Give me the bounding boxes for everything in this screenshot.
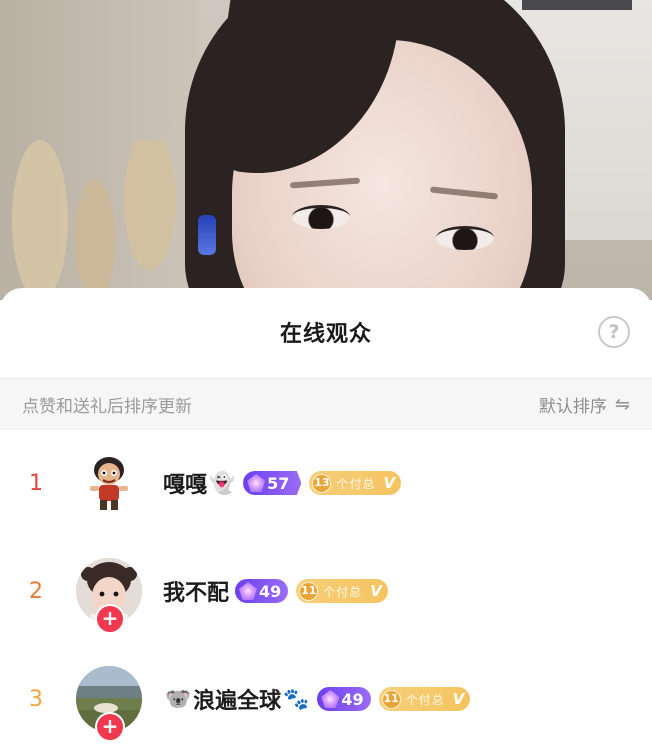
fan-club-badge: 11 个付总 V xyxy=(378,687,471,711)
sheet-title: 在线观众 xyxy=(279,322,372,347)
avatar[interactable]: + xyxy=(76,666,142,742)
live-video-background xyxy=(0,0,652,300)
sort-bar: 点赞和送礼后排序更新 默认排序 ⇋ xyxy=(0,378,652,430)
viewer-nickname: 我不配 xyxy=(163,581,230,606)
fan-club-name: 个付总 xyxy=(323,584,363,599)
viewer-row[interactable]: 3 + 🐨 浪遍全球 🐾 49 11 个付总 V xyxy=(0,646,652,754)
fan-club-name: 个付总 xyxy=(405,692,445,707)
diamond-icon xyxy=(247,474,266,492)
streamer-right-eye xyxy=(436,226,494,250)
cartoon-character-avatar-icon xyxy=(90,457,128,510)
fan-club-badge: 13 个付总 V xyxy=(309,471,402,495)
online-viewers-sheet: 在线观众 ? 点赞和送礼后排序更新 默认排序 ⇋ 1 嘎嘎 👻 57 13 个付… xyxy=(0,288,652,754)
verified-v-icon: V xyxy=(383,474,396,492)
ghost-icon: 👻 xyxy=(209,470,236,495)
avatar[interactable]: + xyxy=(76,558,142,634)
verified-v-icon: V xyxy=(452,690,465,708)
viewer-nickname: 浪遍全球 xyxy=(193,689,282,714)
fan-level: 11 xyxy=(381,689,401,709)
viewer-name-line: 我不配 49 11 个付总 V xyxy=(163,574,388,608)
rank-number: 1 xyxy=(29,471,43,496)
rank-number: 3 xyxy=(29,687,43,712)
follow-button[interactable]: + xyxy=(95,712,125,742)
swap-arrows-icon: ⇋ xyxy=(614,394,630,415)
viewer-name-line: 嘎嘎 👻 57 13 个付总 V xyxy=(163,466,402,500)
viewer-row[interactable]: 1 嘎嘎 👻 57 13 个付总 V xyxy=(0,430,652,538)
koala-icon: 🐨 xyxy=(165,686,192,711)
user-level-badge: 57 xyxy=(243,471,302,495)
pampas-grass-decoration xyxy=(12,140,176,300)
viewer-nickname: 嘎嘎 xyxy=(163,473,208,498)
viewer-name-line: 🐨 浪遍全球 🐾 49 11 个付总 V xyxy=(163,682,471,716)
fan-level: 13 xyxy=(312,473,332,493)
diamond-icon xyxy=(239,582,258,600)
fan-club-badge: 11 个付总 V xyxy=(296,579,388,603)
avatar-image xyxy=(76,450,142,516)
diamond-icon xyxy=(321,690,340,708)
question-circle-icon[interactable]: ? xyxy=(598,316,630,348)
verified-v-icon: V xyxy=(370,582,382,600)
fan-level: 11 xyxy=(299,581,319,601)
viewer-row[interactable]: 2 + 我不配 49 11 个付总 V xyxy=(0,538,652,646)
rank-number: 2 xyxy=(29,579,43,604)
sort-toggle-button[interactable]: 默认排序 ⇋ xyxy=(539,392,630,417)
user-level: 49 xyxy=(259,581,282,601)
sort-hint-text: 点赞和送礼后排序更新 xyxy=(22,397,192,417)
user-level: 57 xyxy=(267,473,290,493)
viewer-list: 1 嘎嘎 👻 57 13 个付总 V 2 + 我不配 49 11 个付总 V 3… xyxy=(0,430,652,754)
sheet-header: 在线观众 ? xyxy=(0,288,652,378)
background-window-frame xyxy=(522,0,632,10)
paw-prints-icon: 🐾 xyxy=(283,686,310,711)
fan-club-name: 个付总 xyxy=(336,476,376,491)
user-level-badge: 49 xyxy=(235,579,289,603)
user-level-badge: 49 xyxy=(317,687,371,711)
streamer-left-eye xyxy=(292,205,350,229)
user-level: 49 xyxy=(341,689,364,709)
streamer-earring xyxy=(198,215,216,255)
follow-button[interactable]: + xyxy=(95,604,125,634)
sort-label: 默认排序 xyxy=(538,397,607,417)
avatar[interactable] xyxy=(76,450,142,516)
